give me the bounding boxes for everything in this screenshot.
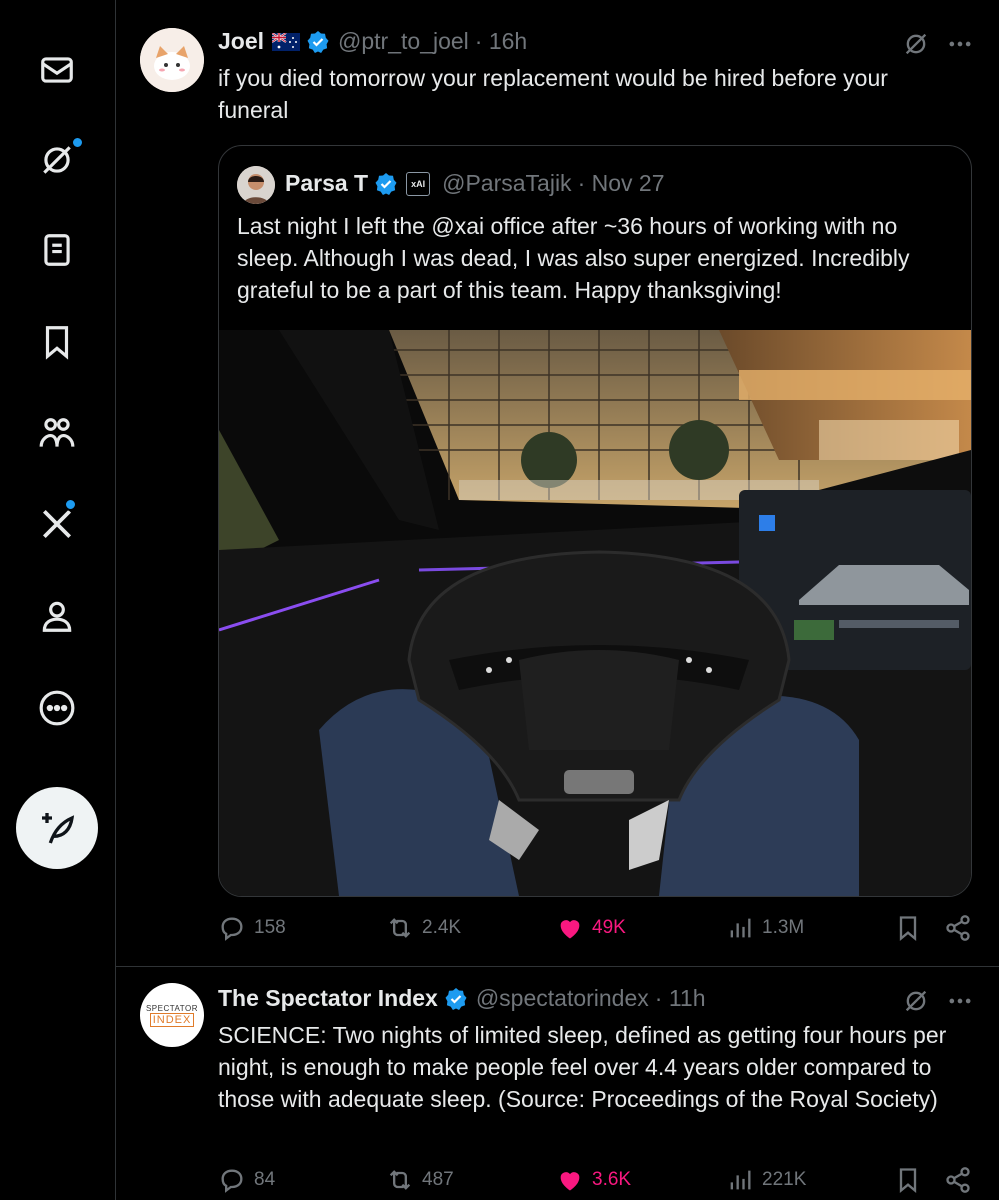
heart-filled-icon (560, 920, 580, 939)
lists-nav[interactable] (31, 224, 83, 276)
bookmarks-nav[interactable] (31, 316, 83, 368)
views-chart-icon (730, 918, 751, 938)
avatar-text-bottom: INDEX (149, 1012, 195, 1027)
person-avatar-image (237, 166, 275, 204)
heart-filled-icon (560, 1172, 580, 1191)
quoted-tweet[interactable]: Parsa T xAI @ParsaTajik · Nov 27 Last ni… (218, 145, 972, 897)
tweet-header: Joel @ptr_to_joel · 16h (218, 28, 527, 55)
like-count: 3.6K (592, 1169, 632, 1190)
share-icon (946, 1167, 970, 1193)
like-count: 49K (592, 917, 626, 938)
grok-icon[interactable] (902, 30, 930, 58)
messages-nav[interactable] (31, 44, 83, 96)
quote-author-handle[interactable]: @ParsaTajik (442, 170, 571, 197)
views-button[interactable]: 221K (726, 1166, 806, 1194)
reply-icon (221, 1169, 243, 1193)
reply-count: 84 (254, 1169, 276, 1190)
affiliate-badge-label: xAI (411, 178, 426, 189)
bookmark-button[interactable] (894, 1166, 930, 1194)
compose-feather-icon (42, 813, 75, 844)
australia-flag-icon (272, 32, 301, 51)
share-button[interactable] (944, 914, 980, 942)
grok-nav[interactable] (31, 134, 84, 186)
reply-icon (221, 917, 243, 941)
more-nav[interactable] (31, 682, 83, 734)
reply-count: 158 (254, 917, 286, 938)
views-chart-icon (730, 1170, 751, 1190)
sidebar (0, 0, 116, 1200)
repost-count: 2.4K (422, 917, 462, 938)
envelope-icon (41, 57, 73, 83)
view-count: 221K (762, 1169, 807, 1190)
communities-nav[interactable] (31, 408, 83, 460)
tweet-actions: 158 2.4K 49K 1.3M (218, 914, 979, 946)
quote-text: Last night I left the @xai office after … (237, 213, 910, 303)
notification-dot (64, 498, 77, 511)
cat-avatar-image (140, 28, 204, 92)
like-button[interactable]: 49K (556, 914, 626, 942)
more-options-icon[interactable] (946, 30, 974, 58)
tweet-header: The Spectator Index @spectatorindex · 11… (218, 985, 706, 1012)
tweet[interactable]: Joel @ptr_to_joel · 16h if you died tomo… (116, 0, 999, 966)
tweet[interactable]: SPECTATOR INDEX The Spectator Index @spe… (116, 967, 999, 1200)
grok-icon[interactable] (902, 987, 930, 1015)
bookmark-icon (899, 916, 917, 941)
profile-nav[interactable] (31, 590, 83, 642)
avatar[interactable] (237, 166, 275, 204)
bookmark-icon (899, 1168, 917, 1193)
timestamp[interactable]: · 16h (475, 28, 527, 55)
more-options-icon[interactable] (946, 987, 974, 1015)
quote-author-name[interactable]: Parsa T (285, 170, 368, 197)
author-handle[interactable]: @spectatorindex (476, 985, 649, 1012)
profile-icon (42, 601, 72, 632)
tweet-actions: 84 487 3.6K 221K (218, 1166, 979, 1198)
communities-icon (39, 418, 75, 447)
bookmark-button[interactable] (894, 914, 930, 942)
verified-badge-icon (375, 172, 397, 195)
repost-icon (389, 918, 411, 938)
notification-dot (71, 136, 84, 149)
timestamp[interactable]: · 11h (655, 985, 706, 1012)
avatar[interactable]: SPECTATOR INDEX (140, 983, 204, 1047)
author-name[interactable]: The Spectator Index (218, 985, 438, 1012)
repost-count: 487 (422, 1169, 454, 1190)
avatar-text-top: SPECTATOR (145, 1003, 199, 1013)
tweet-text: SCIENCE: Two nights of limited sleep, de… (218, 1022, 947, 1112)
author-handle[interactable]: @ptr_to_joel (338, 28, 469, 55)
verified-badge-icon (445, 987, 467, 1010)
like-button[interactable]: 3.6K (556, 1166, 631, 1194)
lists-icon (44, 234, 70, 266)
premium-nav[interactable] (31, 498, 83, 550)
quote-timestamp[interactable]: · Nov 27 (578, 170, 665, 197)
xai-affiliate-badge: xAI (406, 171, 431, 196)
author-name[interactable]: Joel (218, 28, 264, 55)
compose-button[interactable] (16, 787, 98, 869)
grok-icon (43, 146, 71, 174)
bookmark-icon (45, 326, 69, 360)
more-circle-icon (39, 690, 75, 726)
verified-badge-icon (307, 30, 329, 53)
tweet-text: if you died tomorrow your replacement wo… (218, 65, 888, 123)
share-icon (946, 915, 970, 941)
reply-button[interactable]: 84 (218, 1166, 275, 1194)
reply-button[interactable]: 158 (218, 914, 286, 942)
repost-button[interactable]: 2.4K (386, 914, 461, 942)
cybertruck-interior-photo[interactable] (219, 330, 971, 896)
repost-icon (389, 1170, 411, 1190)
views-button[interactable]: 1.3M (726, 914, 804, 942)
quote-header: Parsa T xAI @ParsaTajik · Nov 27 (285, 170, 665, 197)
repost-button[interactable]: 487 (386, 1166, 454, 1194)
avatar[interactable] (140, 28, 204, 92)
share-button[interactable] (944, 1166, 980, 1194)
view-count: 1.3M (762, 917, 805, 938)
